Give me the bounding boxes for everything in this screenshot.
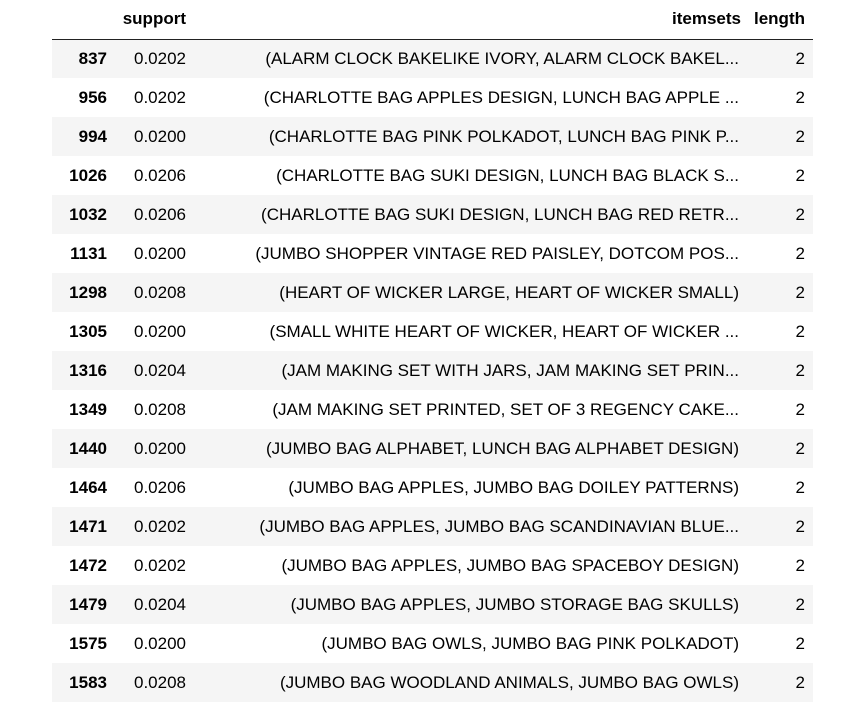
header-row: support itemsets length (52, 0, 813, 40)
header-index (52, 0, 115, 40)
cell-support: 0.0200 (134, 243, 186, 263)
cell-support: 0.0208 (134, 282, 186, 302)
cell-support: 0.0200 (134, 438, 186, 458)
cell-itemsets: (JUMBO BAG APPLES, JUMBO BAG DOILEY PATT… (288, 477, 739, 497)
cell-itemsets: (JAM MAKING SET WITH JARS, JAM MAKING SE… (281, 360, 739, 380)
row-index: 1575 (69, 633, 107, 653)
table-row: 1316 0.0204 (JAM MAKING SET WITH JARS, JAM… (52, 351, 813, 390)
cell-support: 0.0202 (134, 516, 186, 536)
cell-support: 0.0202 (134, 48, 186, 68)
cell-itemsets: (CHARLOTTE BAG SUKI DESIGN, LUNCH BAG BL… (276, 165, 739, 185)
cell-support: 0.0208 (134, 399, 186, 419)
cell-itemsets: (JUMBO BAG OWLS, JUMBO BAG PINK POLKADOT… (321, 633, 739, 653)
cell-length: 2 (795, 126, 805, 146)
cell-length: 2 (795, 282, 805, 302)
row-index: 1026 (69, 165, 107, 185)
table-row: 1440 0.0200 (JUMBO BAG ALPHABET, LUNCH BAG… (52, 429, 813, 468)
cell-itemsets: (JUMBO BAG APPLES, JUMBO BAG SPACEBOY DE… (281, 555, 739, 575)
row-index: 1583 (69, 672, 107, 692)
cell-itemsets: (JUMBO SHOPPER VINTAGE RED PAISLEY, DOTC… (255, 243, 739, 263)
table-header: support itemsets length (52, 0, 813, 40)
cell-length: 2 (795, 48, 805, 68)
table-row: 837 0.0202 (ALARM CLOCK BAKELIKE IVORY, AL… (52, 39, 813, 78)
cell-length: 2 (795, 399, 805, 419)
row-index: 1298 (69, 282, 107, 302)
table-row: 1471 0.0202 (JUMBO BAG APPLES, JUMBO BAG S… (52, 507, 813, 546)
cell-length: 2 (795, 594, 805, 614)
cell-support: 0.0206 (134, 165, 186, 185)
table-row: 956 0.0202 (CHARLOTTE BAG APPLES DESIGN, L… (52, 78, 813, 117)
cell-itemsets: (JUMBO BAG APPLES, JUMBO BAG SCANDINAVIA… (259, 516, 739, 536)
cell-support: 0.0200 (134, 126, 186, 146)
row-index: 994 (78, 126, 107, 146)
table-row: 994 0.0200 (CHARLOTTE BAG PINK POLKADOT, L… (52, 117, 813, 156)
table-row: 1349 0.0208 (JAM MAKING SET PRINTED, SET O… (52, 390, 813, 429)
cell-itemsets: (CHARLOTTE BAG SUKI DESIGN, LUNCH BAG RE… (261, 204, 739, 224)
cell-support: 0.0206 (134, 477, 186, 497)
cell-length: 2 (795, 87, 805, 107)
table-row: 1583 0.0208 (JUMBO BAG WOODLAND ANIMALS, J… (52, 663, 813, 702)
row-index: 1440 (69, 438, 107, 458)
cell-support: 0.0200 (134, 633, 186, 653)
table-body: 837 0.0202 (ALARM CLOCK BAKELIKE IVORY, AL… (52, 39, 813, 702)
row-index: 1472 (69, 555, 107, 575)
cell-itemsets: (HEART OF WICKER LARGE, HEART OF WICKER … (279, 282, 739, 302)
cell-support: 0.0206 (134, 204, 186, 224)
cell-length: 2 (795, 555, 805, 575)
table-row: 1032 0.0206 (CHARLOTTE BAG SUKI DESIGN, LU… (52, 195, 813, 234)
cell-length: 2 (795, 243, 805, 263)
row-index: 1349 (69, 399, 107, 419)
table-row: 1472 0.0202 (JUMBO BAG APPLES, JUMBO BAG S… (52, 546, 813, 585)
cell-itemsets: (CHARLOTTE BAG PINK POLKADOT, LUNCH BAG … (268, 126, 739, 146)
cell-itemsets: (SMALL WHITE HEART OF WICKER, HEART OF W… (269, 321, 739, 341)
cell-support: 0.0200 (134, 321, 186, 341)
table-row: 1305 0.0200 (SMALL WHITE HEART OF WICKER, … (52, 312, 813, 351)
cell-support: 0.0204 (134, 360, 186, 380)
row-index: 1464 (69, 477, 107, 497)
cell-support: 0.0204 (134, 594, 186, 614)
header-length: length (749, 0, 813, 40)
cell-itemsets: (JAM MAKING SET PRINTED, SET OF 3 REGENC… (272, 399, 739, 419)
cell-support: 0.0202 (134, 555, 186, 575)
cell-length: 2 (795, 516, 805, 536)
cell-itemsets: (JUMBO BAG APPLES, JUMBO STORAGE BAG SKU… (290, 594, 739, 614)
cell-support: 0.0202 (134, 87, 186, 107)
row-index: 1131 (70, 243, 107, 263)
cell-length: 2 (795, 204, 805, 224)
dataframe-table: support itemsets length 837 0.0202 (ALARM … (52, 0, 813, 702)
row-index: 1305 (69, 321, 107, 341)
cell-support: 0.0208 (134, 672, 186, 692)
cell-length: 2 (795, 477, 805, 497)
cell-length: 2 (795, 438, 805, 458)
cell-length: 2 (795, 321, 805, 341)
table-row: 1464 0.0206 (JUMBO BAG APPLES, JUMBO BAG D… (52, 468, 813, 507)
header-support: support (115, 0, 194, 40)
cell-length: 2 (795, 360, 805, 380)
table-row: 1298 0.0208 (HEART OF WICKER LARGE, HEART … (52, 273, 813, 312)
row-index: 1032 (69, 204, 107, 224)
table-row: 1131 0.0200 (JUMBO SHOPPER VINTAGE RED PAI… (52, 234, 813, 273)
cell-length: 2 (795, 165, 805, 185)
row-index: 1471 (69, 516, 107, 536)
row-index: 1479 (69, 594, 107, 614)
cell-itemsets: (ALARM CLOCK BAKELIKE IVORY, ALARM CLOCK… (265, 48, 739, 68)
cell-itemsets: (JUMBO BAG WOODLAND ANIMALS, JUMBO BAG O… (279, 672, 739, 692)
cell-itemsets: (CHARLOTTE BAG APPLES DESIGN, LUNCH BAG … (263, 87, 739, 107)
cell-length: 2 (795, 633, 805, 653)
table-row: 1479 0.0204 (JUMBO BAG APPLES, JUMBO STORA… (52, 585, 813, 624)
table-row: 1026 0.0206 (CHARLOTTE BAG SUKI DESIGN, LU… (52, 156, 813, 195)
row-index: 837 (78, 48, 107, 68)
cell-length: 2 (795, 672, 805, 692)
cell-itemsets: (JUMBO BAG ALPHABET, LUNCH BAG ALPHABET … (266, 438, 739, 458)
table-row: 1575 0.0200 (JUMBO BAG OWLS, JUMBO BAG PIN… (52, 624, 813, 663)
header-itemsets: itemsets (194, 0, 749, 40)
row-index: 1316 (69, 360, 107, 380)
dataframe-output: support itemsets length 837 0.0202 (ALARM … (52, 0, 813, 702)
row-index: 956 (78, 87, 107, 107)
